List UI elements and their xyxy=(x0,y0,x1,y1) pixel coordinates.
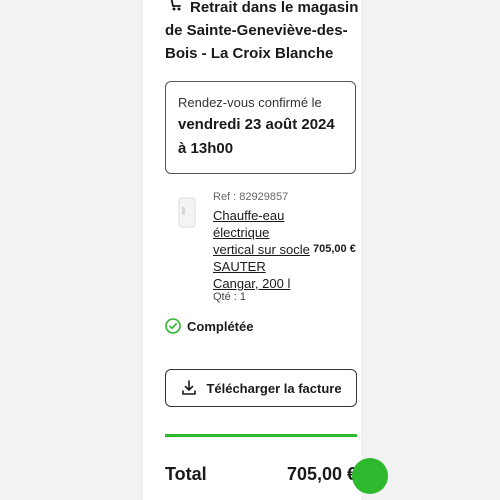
download-invoice-button[interactable]: Télécharger la facture xyxy=(165,369,357,407)
chat-fab-button[interactable] xyxy=(352,458,388,494)
product-name-link[interactable]: Chauffe-eau électrique vertical sur socl… xyxy=(213,207,313,292)
appointment-card: Rendez-vous confirmé le vendredi 23 août… xyxy=(165,81,356,174)
product-thumbnail[interactable] xyxy=(177,197,197,229)
download-invoice-label: Télécharger la facture xyxy=(206,380,342,396)
total-label: Total xyxy=(165,464,207,484)
total-value: 705,00 € xyxy=(287,464,358,484)
product-reference: Ref : 82929857 xyxy=(213,191,289,203)
total-divider xyxy=(165,434,357,437)
product-quantity: Qté : 1 xyxy=(213,291,247,303)
pickup-store-title: Retrait dans le magasin de Sainte-Genevi… xyxy=(165,0,359,62)
order-status: Complétée xyxy=(165,316,253,336)
product-price: 705,00 € xyxy=(313,243,356,255)
appointment-label: Rendez-vous confirmé le xyxy=(178,95,322,110)
appointment-date: vendredi 23 août 2024 à 13h00 xyxy=(178,116,335,157)
check-circle-icon xyxy=(165,318,181,334)
download-icon xyxy=(182,380,197,395)
status-label: Complétée xyxy=(187,318,254,334)
